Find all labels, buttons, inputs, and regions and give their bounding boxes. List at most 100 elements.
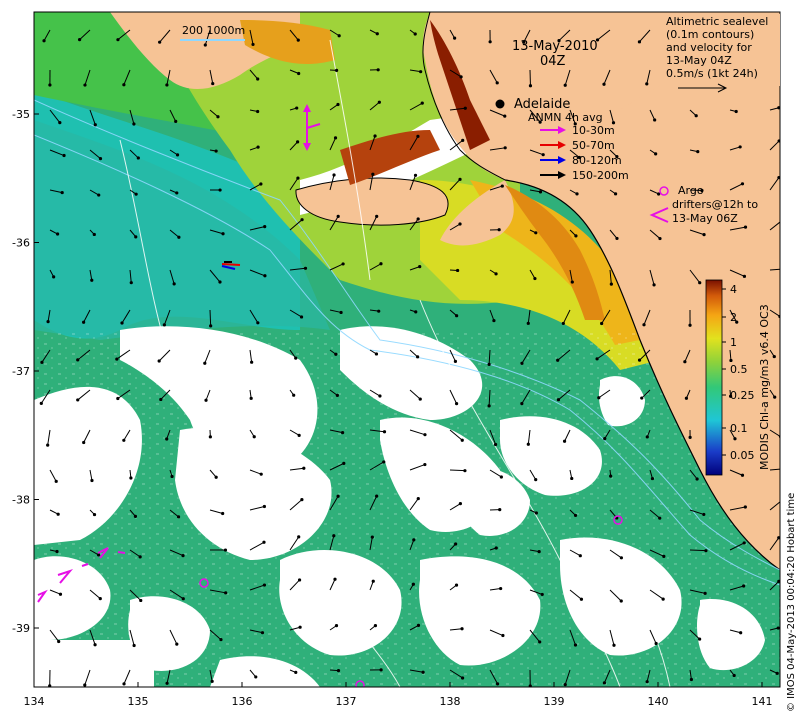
- y-tick-label: -38: [12, 494, 30, 507]
- velocity-arrowhead: [603, 437, 607, 441]
- velocity-arrowhead: [382, 460, 386, 464]
- y-tick-label: -37: [12, 365, 30, 378]
- x-tick-label: 137: [336, 695, 357, 708]
- velocity-arrowhead: [218, 188, 222, 192]
- velocity-arrowhead: [534, 231, 538, 235]
- velocity-arrowhead: [336, 102, 340, 107]
- velocity-arrowhead: [262, 540, 266, 544]
- velocity-arrowhead: [458, 502, 462, 506]
- velocity-arrowhead: [256, 77, 260, 81]
- velocity-arrowhead: [579, 597, 584, 601]
- velocity-arrowhead: [526, 442, 530, 446]
- velocity-arrowhead: [704, 549, 708, 553]
- velocity-arrowhead: [249, 396, 253, 400]
- velocity-arrowhead: [503, 114, 507, 118]
- velocity-arrowhead: [370, 535, 374, 539]
- velocity-arrowhead: [181, 553, 185, 558]
- velocity-arrowhead: [373, 134, 377, 138]
- velocity-arrowhead: [781, 218, 784, 221]
- velocity-arrowhead: [129, 281, 133, 285]
- velocity-arrowhead: [172, 282, 176, 286]
- x-tick-label: 141: [752, 695, 773, 708]
- velocity-arrowhead: [116, 38, 120, 42]
- colorbar-tick-label: 0.1: [730, 422, 748, 435]
- velocity-arrowhead: [654, 641, 658, 646]
- velocity-arrowhead: [297, 71, 301, 76]
- velocity-arrowhead: [684, 396, 689, 400]
- velocity-arrowhead: [296, 176, 300, 180]
- velocity-arrowhead: [619, 556, 623, 560]
- velocity-arrowhead: [57, 639, 61, 644]
- velocity-arrowhead: [658, 516, 662, 520]
- velocity-arrowhead: [613, 192, 618, 196]
- velocity-arrowhead: [776, 626, 780, 630]
- velocity-arrowhead: [460, 438, 464, 442]
- velocity-arrowhead: [418, 397, 422, 401]
- velocity-arrowhead: [458, 177, 462, 181]
- map-time-title: 04Z: [540, 54, 566, 69]
- velocity-arrowhead: [602, 681, 607, 685]
- velocity-arrowhead: [158, 40, 162, 44]
- velocity-arrowhead: [297, 433, 301, 437]
- velocity-arrowhead: [175, 153, 180, 157]
- velocity-arrowhead: [578, 554, 582, 558]
- velocity-arrowhead: [203, 43, 207, 47]
- velocity-arrowhead: [379, 262, 383, 266]
- velocity-arrowhead: [609, 474, 613, 478]
- velocity-arrowhead: [773, 395, 777, 399]
- velocity-arrowhead: [136, 156, 140, 160]
- velocity-arrowhead: [743, 225, 748, 229]
- velocity-arrowhead: [702, 512, 706, 517]
- velocity-arrow: [449, 469, 465, 472]
- velocity-arrowhead: [170, 474, 174, 479]
- velocity-arrowhead: [60, 190, 64, 195]
- velocity-arrowhead: [488, 40, 492, 44]
- velocity-arrowhead: [82, 440, 86, 445]
- colorbar-tick-label: 2: [730, 311, 737, 324]
- velocity-arrowhead: [463, 469, 467, 473]
- velocity-arrowhead: [561, 321, 565, 326]
- velocity-arrowhead: [58, 592, 63, 596]
- velocity-arrowhead: [263, 225, 267, 229]
- velocity-arrowhead: [570, 476, 574, 481]
- velocity-arrowhead: [520, 361, 524, 365]
- velocity-arrowhead: [48, 83, 52, 87]
- velocity-arrowhead: [645, 82, 649, 86]
- velocity-arrowhead: [177, 235, 181, 239]
- y-tick-label: -35: [12, 108, 30, 121]
- velocity-arrowhead: [733, 437, 737, 441]
- velocity-arrowhead: [219, 637, 223, 642]
- velocity-arrowhead: [371, 579, 375, 583]
- argo-label: Argo: [678, 184, 704, 197]
- velocity-arrowhead: [420, 101, 424, 105]
- velocity-arrowhead: [292, 393, 296, 397]
- velocity-arrowhead: [175, 191, 179, 195]
- velocity-arrowhead: [454, 542, 458, 546]
- velocity-arrowhead: [221, 232, 225, 236]
- velocity-arrowhead: [181, 597, 185, 601]
- velocity-arrowhead: [132, 122, 136, 126]
- velocity-arrowhead: [413, 32, 417, 36]
- velocity-arrowhead: [375, 32, 379, 36]
- velocity-arrowhead: [609, 282, 613, 286]
- velocity-arrowhead: [455, 314, 459, 318]
- velocity-arrowhead: [256, 109, 260, 114]
- velocity-arrowhead: [376, 68, 380, 72]
- velocity-arrowhead: [661, 597, 665, 601]
- velocity-arrowhead: [116, 396, 120, 401]
- velocity-arrowhead: [414, 310, 418, 314]
- anmn-title: ANMN 4h avg: [528, 111, 603, 124]
- velocity-arrowhead: [176, 515, 181, 519]
- velocity-arrowhead: [221, 511, 225, 516]
- velocity-arrowhead: [637, 40, 642, 44]
- velocity-arrowhead: [413, 173, 418, 177]
- velocity-arrowhead: [503, 146, 507, 150]
- velocity-arrowhead: [294, 670, 298, 675]
- velocity-arrowhead: [698, 281, 702, 285]
- velocity-arrowhead: [416, 623, 421, 627]
- velocity-arrowhead: [209, 324, 213, 328]
- velocity-arrowhead: [296, 38, 300, 42]
- velocity-arrowhead: [250, 360, 254, 364]
- velocity-arrowhead: [374, 352, 379, 356]
- velocity-arrowhead: [454, 402, 459, 406]
